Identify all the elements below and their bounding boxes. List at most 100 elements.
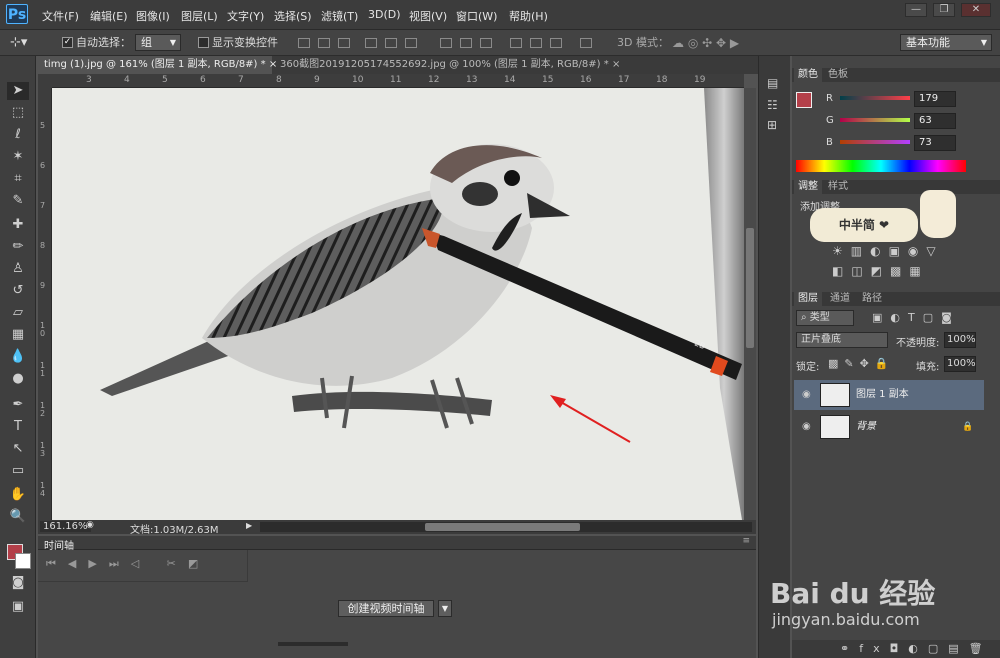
timeline-zoom-slider[interactable]: [278, 642, 348, 646]
info-panel-icon[interactable]: ⊞: [767, 118, 777, 132]
tab-layers[interactable]: 图层: [794, 292, 822, 306]
menu-view[interactable]: 视图(V): [409, 8, 447, 24]
auto-align-icon[interactable]: [580, 38, 592, 48]
brush-tool-icon[interactable]: ✏: [7, 238, 29, 256]
restore-button[interactable]: ❐: [933, 3, 955, 17]
auto-select-dropdown[interactable]: 组 ▼: [135, 34, 181, 51]
panel-menu-icon[interactable]: ≡: [742, 536, 750, 546]
opacity-field[interactable]: 100%: [944, 332, 976, 348]
move-tool-icon[interactable]: ➤: [7, 82, 29, 100]
dodge-tool-icon[interactable]: ●: [7, 370, 29, 388]
create-video-timeline-button[interactable]: 创建视频时间轴: [338, 600, 434, 617]
close-icon[interactable]: ×: [612, 59, 620, 70]
menu-3d[interactable]: 3D(D): [368, 8, 401, 21]
menu-window[interactable]: 窗口(W): [456, 8, 497, 24]
shape-tool-icon[interactable]: ▭: [7, 462, 29, 480]
align-hcenter-icon[interactable]: [385, 38, 397, 48]
crop-tool-icon[interactable]: ⌗: [7, 170, 29, 188]
document-canvas[interactable]: 2B: [52, 88, 744, 520]
auto-select-checkbox[interactable]: ✓ 自动选择：: [62, 35, 131, 51]
vertical-scrollbar[interactable]: [744, 88, 756, 520]
slider-green[interactable]: G 63: [792, 112, 1000, 132]
minimize-button[interactable]: —: [905, 3, 927, 17]
blend-mode-dropdown[interactable]: 正片叠底: [796, 332, 888, 348]
fill-field[interactable]: 100%: [944, 356, 976, 372]
distribute-hcenter-icon[interactable]: [530, 38, 542, 48]
background-color-swatch[interactable]: [15, 553, 31, 569]
align-vcenter-icon[interactable]: [318, 38, 330, 48]
history-brush-tool-icon[interactable]: ↺: [7, 282, 29, 300]
eyedropper-tool-icon[interactable]: ✎: [7, 192, 29, 210]
lasso-tool-icon[interactable]: ℓ: [7, 126, 29, 144]
eye-icon[interactable]: ◉: [802, 412, 811, 442]
slider-value[interactable]: 179: [914, 91, 956, 107]
chevron-down-icon[interactable]: ▼: [438, 600, 452, 617]
tab-styles[interactable]: 样式: [824, 180, 852, 194]
menu-help[interactable]: 帮助(H): [509, 8, 548, 24]
slider-value[interactable]: 63: [914, 113, 956, 129]
zoom-tool-icon[interactable]: 🔍: [7, 508, 29, 526]
tab-swatches[interactable]: 色板: [824, 68, 852, 82]
layer-filter-icons[interactable]: ▣◐T▢◙: [872, 311, 960, 324]
tab-paths[interactable]: 路径: [858, 292, 886, 306]
slider-track[interactable]: [840, 118, 910, 122]
quick-mask-icon[interactable]: ◙: [7, 574, 29, 592]
menu-filter[interactable]: 滤镜(T): [321, 8, 358, 24]
type-tool-icon[interactable]: T: [7, 418, 29, 436]
marquee-tool-icon[interactable]: ⬚: [7, 104, 29, 122]
close-button[interactable]: ✕: [961, 3, 991, 17]
3d-orbit-icon[interactable]: ☁ ◎ ✣ ✥ ▶: [672, 35, 739, 51]
layers-footer-icons[interactable]: ⚭fx◘◐▢▤🗑: [792, 640, 1000, 658]
pen-tool-icon[interactable]: ✒: [7, 396, 29, 414]
zoom-value[interactable]: 161.16%: [40, 521, 91, 532]
align-left-icon[interactable]: [365, 38, 377, 48]
menu-file[interactable]: 文件(F): [42, 8, 79, 24]
eraser-tool-icon[interactable]: ▱: [7, 304, 29, 322]
slider-blue[interactable]: B 73: [792, 134, 1000, 154]
slider-track[interactable]: [840, 96, 910, 100]
properties-panel-icon[interactable]: ☷: [767, 98, 778, 112]
move-tool-icon[interactable]: ⊹▾: [10, 35, 27, 51]
slider-value[interactable]: 73: [914, 135, 956, 151]
status-arrow-icon[interactable]: ▶: [246, 521, 252, 530]
menu-type[interactable]: 文字(Y): [227, 8, 264, 24]
distribute-top-icon[interactable]: [440, 38, 452, 48]
distribute-bottom-icon[interactable]: [480, 38, 492, 48]
color-spectrum-bar[interactable]: [796, 160, 966, 172]
blur-tool-icon[interactable]: 💧: [7, 348, 29, 366]
menu-edit[interactable]: 编辑(E): [90, 8, 128, 24]
lock-icons[interactable]: ▩✎✥🔒: [828, 357, 895, 370]
magic-wand-tool-icon[interactable]: ✶: [7, 148, 29, 166]
status-menu-icon[interactable]: ◉: [86, 520, 94, 530]
menu-layer[interactable]: 图层(L): [181, 8, 218, 24]
tab-document-1[interactable]: timg (1).jpg @ 161% (图层 1 副本, RGB/8#) * …: [38, 56, 277, 74]
distribute-vcenter-icon[interactable]: [460, 38, 472, 48]
eye-icon[interactable]: ◉: [802, 380, 811, 410]
distribute-right-icon[interactable]: [550, 38, 562, 48]
scrollbar-thumb[interactable]: [425, 523, 580, 531]
playback-controls[interactable]: ⏮◀▶⏭◁ ✂◩: [38, 550, 248, 582]
align-right-icon[interactable]: [405, 38, 417, 48]
workspace-dropdown[interactable]: 基本功能 ▼: [900, 34, 992, 51]
tab-channels[interactable]: 通道: [826, 292, 854, 306]
healing-tool-icon[interactable]: ✚: [7, 216, 29, 234]
tab-document-2[interactable]: 360截图20191205174552692.jpg @ 100% (图层 1 …: [274, 56, 620, 74]
history-panel-icon[interactable]: ▤: [767, 76, 778, 90]
hand-tool-icon[interactable]: ✋: [7, 486, 29, 504]
tab-color[interactable]: 颜色: [794, 68, 822, 82]
slider-red[interactable]: R 179: [792, 90, 1000, 110]
layer-row-copy[interactable]: ◉ 图层 1 副本: [794, 380, 984, 410]
slider-track[interactable]: [840, 140, 910, 144]
layer-row-background[interactable]: ◉ 背景 🔒: [794, 412, 984, 442]
tab-adjustments[interactable]: 调整: [794, 180, 822, 194]
align-top-icon[interactable]: [298, 38, 310, 48]
gradient-tool-icon[interactable]: ▦: [7, 326, 29, 344]
horizontal-scrollbar[interactable]: [260, 522, 752, 532]
scrollbar-thumb[interactable]: [746, 228, 754, 348]
screen-mode-icon[interactable]: ▣: [7, 598, 29, 616]
show-transform-checkbox[interactable]: 显示变换控件: [198, 35, 278, 51]
layer-filter-dropdown[interactable]: ⌕ 类型: [796, 310, 854, 326]
adjustment-icons-row2[interactable]: ◧◫◩▩▦: [832, 264, 929, 278]
align-bottom-icon[interactable]: [338, 38, 350, 48]
path-select-tool-icon[interactable]: ↖: [7, 440, 29, 458]
